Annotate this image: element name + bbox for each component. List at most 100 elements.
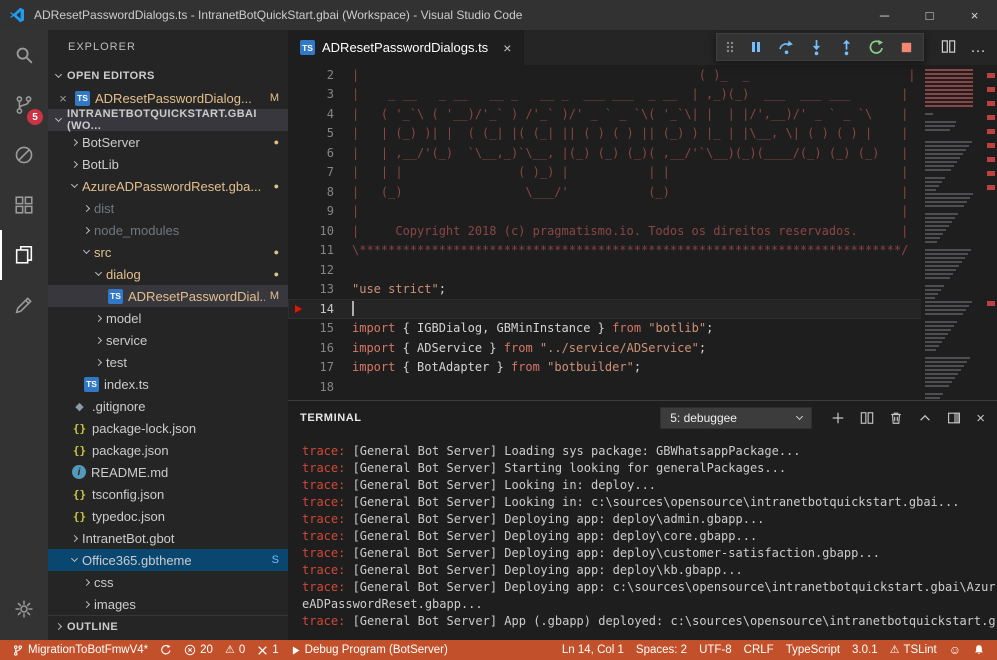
maximize-button[interactable]: □ [907,0,952,30]
code-line-13[interactable]: 13"use strict"; [288,280,997,300]
activity-edit[interactable] [0,280,48,330]
code-line-18[interactable]: 18 [288,377,997,397]
split-editor-icon[interactable] [941,39,956,57]
step-over-icon[interactable] [777,37,795,57]
code-line-9[interactable]: 9| | [288,202,997,222]
status-git-branch[interactable]: MigrationToBotFmwV4* [6,640,154,660]
split-terminal-icon[interactable] [860,411,874,425]
status-eol[interactable]: CRLF [738,640,780,660]
status-warnings[interactable]: ⚠0 [219,640,251,660]
section-open-editors[interactable]: OPEN EDITORS [48,65,288,87]
trace-prefix: trace: [302,461,345,475]
tree-item[interactable]: IntranetBot.gbot [48,527,288,549]
code-line-8[interactable]: 8| (_) \___/' (_) | [288,182,997,202]
status-cursor-position[interactable]: Ln 14, Col 1 [556,640,630,660]
line-number: 17 [308,360,334,374]
code-line-2[interactable]: 2| ( )_ _ | [288,65,997,85]
code-line-14[interactable]: 14 [288,299,997,319]
minimize-button[interactable]: ─ [862,0,907,30]
status-sync[interactable] [154,640,178,660]
tree-item[interactable]: BotServer● [48,131,288,153]
activity-debug[interactable] [0,130,48,180]
code-line-16[interactable]: 16import { ADService } from "../service/… [288,338,997,358]
more-actions-icon[interactable]: … [970,39,987,57]
tree-item[interactable]: {}package-lock.json [48,417,288,439]
section-outline-label: OUTLINE [67,621,118,633]
plus-icon[interactable] [831,411,845,425]
tree-item[interactable]: node_modules [48,219,288,241]
activity-settings[interactable] [0,584,48,634]
terminal-output[interactable]: trace: [General Bot Server] Loading sys … [288,435,997,633]
tab-close-icon[interactable]: × [503,40,511,56]
section-workspace[interactable]: INTRANETBOTQUICKSTART.GBAI (WO... [48,109,288,131]
chevron-down-icon [71,555,78,562]
terminal-tab[interactable]: TERMINAL [300,412,362,424]
code-line-12[interactable]: 12 [288,260,997,280]
code-line-11[interactable]: 11\*************************************… [288,241,997,261]
status-tasks[interactable]: 1 [251,640,284,660]
code-line-7[interactable]: 7| | | ( )_) | | | | [288,163,997,183]
tree-item[interactable]: TSindex.ts [48,373,288,395]
status-errors[interactable]: 20 [178,640,219,660]
code-line-6[interactable]: 6| | ,__/'(_) `\__,_)`\__, |(_) (_) (_)(… [288,143,997,163]
tab-adresetpassworddialogs[interactable]: TS ADResetPasswordDialogs.ts × [288,30,524,65]
tree-item[interactable]: css [48,571,288,593]
stop-icon[interactable] [897,37,915,57]
open-editor-item[interactable]: ×TSADResetPasswordDialog...M [48,87,288,109]
tree-item[interactable]: test [48,351,288,373]
status-indentation[interactable]: Spaces: 2 [630,640,693,660]
tree-item[interactable]: images [48,593,288,615]
activity-source-control[interactable]: 5 [0,80,48,130]
tree-item[interactable]: service [48,329,288,351]
tree-item[interactable]: AzureADPasswordReset.gba...● [48,175,288,197]
error-mark [987,101,995,106]
status-feedback[interactable]: ☺ [943,640,967,660]
trace-prefix: trace: [302,478,345,492]
tree-item[interactable]: BotLib [48,153,288,175]
tree-item[interactable]: {}typedoc.json [48,505,288,527]
tree-item[interactable]: src● [48,241,288,263]
step-out-icon[interactable] [837,37,855,57]
terminal-instance-select[interactable]: 5: debuggee [660,407,812,429]
activity-extensions[interactable] [0,180,48,230]
tree-item[interactable]: TSADResetPasswordDial...M [48,285,288,307]
code-line-17[interactable]: 17import { BotAdapter } from "botbuilder… [288,358,997,378]
tree-item[interactable]: Office365.gbthemeS [48,549,288,571]
status-debug-program[interactable]: Debug Program (BotServer) [285,640,454,660]
layout-icon[interactable] [947,411,961,425]
restart-icon[interactable] [867,37,885,57]
trash-icon[interactable] [889,411,903,425]
tree-item[interactable]: {}tsconfig.json [48,483,288,505]
item-label: package-lock.json [92,421,196,436]
code-line-3[interactable]: 3| _ __ _ __ __ _ __ _ ___ ___ _ __ | ,_… [288,85,997,105]
code-line-5[interactable]: 5| | (_) )| | ( (_| |( (_| || ( ) ( ) ||… [288,124,997,144]
tree-item[interactable]: {}package.json [48,439,288,461]
minimap[interactable] [921,65,985,400]
step-into-icon[interactable] [807,37,825,57]
status-notifications[interactable] [967,640,991,660]
status-ts-version[interactable]: 3.0.1 [846,640,884,660]
terminal-instance-value: 5: debuggee [670,411,737,425]
tree-item[interactable]: dist [48,197,288,219]
activity-search[interactable] [0,30,48,80]
chevron-up-icon[interactable] [918,411,932,425]
code-line-15[interactable]: 15import { IGBDialog, GBMinInstance } fr… [288,319,997,339]
code-editor[interactable]: 2| ( )_ _ |3| _ __ _ __ __ _ __ _ ___ __… [288,65,997,400]
close-icon[interactable]: × [976,411,985,426]
status-language-mode[interactable]: TypeScript [780,640,846,660]
tree-item[interactable]: dialog● [48,263,288,285]
chevron-down-icon [71,181,78,188]
pause-icon[interactable] [747,37,765,57]
close-icon[interactable]: × [56,91,70,106]
tree-item[interactable]: iREADME.md [48,461,288,483]
tree-item[interactable]: ◆.gitignore [48,395,288,417]
code-line-4[interactable]: 4| ( '_`\ ( '__)/'_` ) /'_` )/' _ ` _ `\… [288,104,997,124]
tree-item[interactable]: model [48,307,288,329]
activity-explorer[interactable] [0,230,48,280]
code-line-10[interactable]: 10| Copyright 2018 (c) pragmatismo.io. T… [288,221,997,241]
section-outline[interactable]: OUTLINE [48,615,288,637]
status-tslint[interactable]: ⚠TSLint [884,640,943,660]
close-button[interactable]: × [952,0,997,30]
status-encoding[interactable]: UTF-8 [693,640,738,660]
item-label: AzureADPasswordReset.gba... [82,179,261,194]
